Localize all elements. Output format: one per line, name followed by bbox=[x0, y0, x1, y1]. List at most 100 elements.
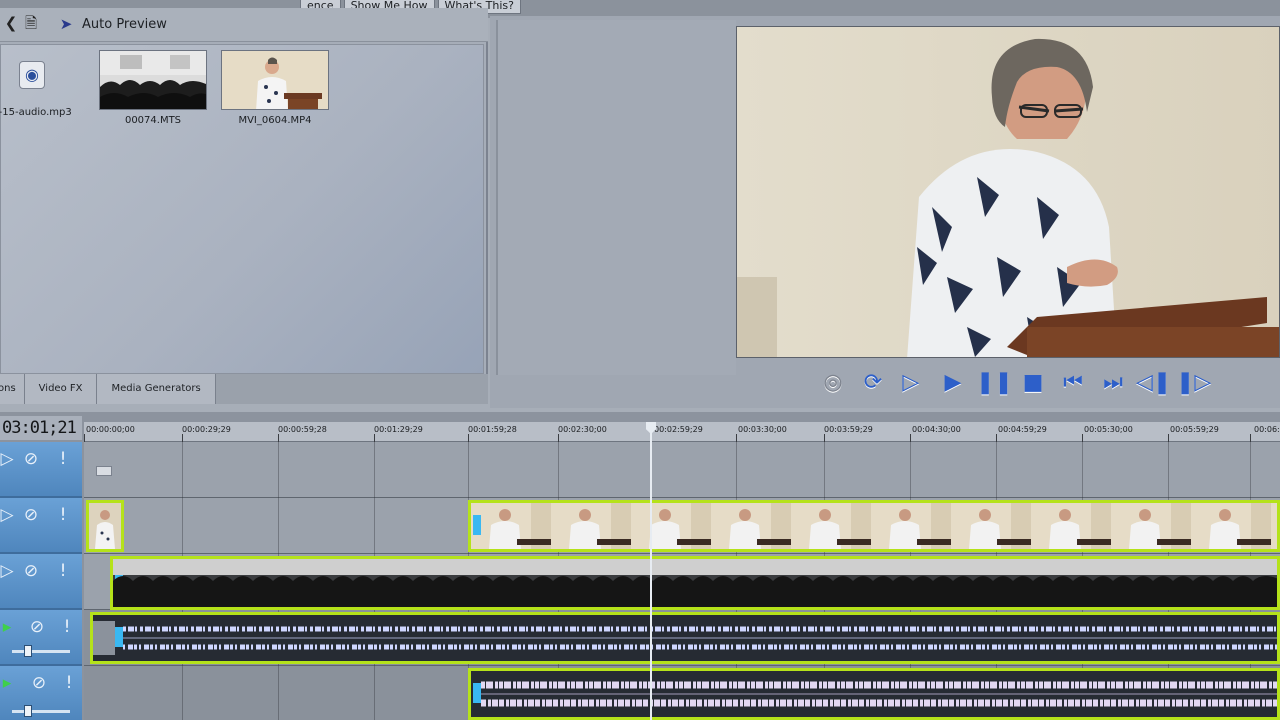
track-headers: ▷ ⊘ ! ▷ ⊘ ! ▷ ⊘ ! ▸ ⊘ ! ▸ ⊘ ! bbox=[0, 442, 82, 720]
auto-preview-label: Auto Preview bbox=[82, 16, 167, 32]
track-header-video-1[interactable]: ▷ ⊘ ! bbox=[0, 442, 82, 498]
media-item-00074[interactable]: 00074.MTS bbox=[99, 50, 207, 126]
mute-icon[interactable]: ⊘ bbox=[20, 448, 42, 470]
play-icon[interactable]: ▶ bbox=[936, 368, 970, 398]
expand-icon[interactable]: ▷ bbox=[0, 448, 18, 470]
volume-fader[interactable] bbox=[12, 645, 70, 657]
solo-icon[interactable]: ! bbox=[52, 560, 74, 582]
video-thumbnail bbox=[99, 50, 207, 110]
ruler-tick bbox=[910, 434, 911, 442]
ruler-tick bbox=[558, 434, 559, 442]
explorer-toolbar: ❮ 🗎 ➤ Auto Preview bbox=[0, 8, 488, 42]
arm-record-icon[interactable]: ▸ bbox=[0, 616, 18, 638]
mute-icon[interactable]: ⊘ bbox=[20, 560, 42, 582]
playhead-cursor[interactable] bbox=[650, 424, 652, 720]
previous-frame-icon[interactable]: ◁❚ bbox=[1136, 368, 1171, 398]
ruler-tick bbox=[374, 434, 375, 442]
media-item-label: 8-15-audio.mp3 bbox=[0, 107, 72, 118]
expand-icon[interactable]: ▷ bbox=[0, 504, 18, 526]
track-header-video-3[interactable]: ▷ ⊘ ! bbox=[0, 554, 82, 610]
ruler-tick bbox=[1082, 434, 1083, 442]
ruler-label: 00:00:00;00 bbox=[86, 425, 135, 434]
expand-icon[interactable]: ▷ bbox=[0, 560, 18, 582]
mute-icon[interactable]: ⊘ bbox=[20, 504, 42, 526]
file-properties-icon[interactable]: 🗎 bbox=[22, 13, 40, 33]
video-clip-00074[interactable] bbox=[110, 556, 1280, 610]
volume-fader-knob[interactable] bbox=[24, 645, 32, 657]
video-clip-small[interactable] bbox=[86, 500, 124, 552]
record-icon[interactable]: ◎ bbox=[816, 368, 850, 398]
ruler-label: 00:04:30;00 bbox=[912, 425, 961, 434]
go-to-end-icon[interactable]: ⏭ bbox=[1096, 368, 1130, 398]
solo-icon[interactable]: ! bbox=[52, 448, 74, 470]
ruler-tick bbox=[84, 434, 85, 442]
ruler-label: 00:04:59;29 bbox=[998, 425, 1047, 434]
tab-transitions[interactable]: ons bbox=[0, 374, 25, 404]
mute-icon[interactable]: ⊘ bbox=[28, 672, 50, 694]
time-ruler[interactable]: 00:00:00;00 00:00:29;29 00:00:59;28 00:0… bbox=[84, 422, 1280, 442]
track-header-audio-1[interactable]: ▸ ⊘ ! bbox=[0, 610, 82, 666]
mute-icon[interactable]: ⊘ bbox=[26, 616, 48, 638]
media-item-label: MVI_0604.MP4 bbox=[238, 115, 312, 126]
current-time-display[interactable]: 03:01;21 bbox=[0, 416, 82, 440]
ruler-label: 00:03:59;29 bbox=[824, 425, 873, 434]
ruler-tick bbox=[1168, 434, 1169, 442]
ruler-label: 00:02:59;29 bbox=[654, 425, 703, 434]
preview-blank-area bbox=[496, 20, 736, 375]
ruler-label: 00:02:30;00 bbox=[558, 425, 607, 434]
ruler-label: 00:06: bbox=[1254, 425, 1280, 434]
ruler-label: 00:00:29;29 bbox=[182, 425, 231, 434]
media-bin[interactable]: ◉ 8-15-audio.mp3 00074.MTS MVI_0604.MP4 bbox=[0, 44, 484, 374]
audio-clip-mvi-0604[interactable] bbox=[468, 668, 1280, 720]
track-area[interactable] bbox=[84, 442, 1280, 720]
back-icon[interactable]: ❮ bbox=[2, 13, 20, 33]
timeline-panel: 03:01;21 00:00:00;00 00:00:29;29 00:00:5… bbox=[0, 412, 1280, 720]
track-marker-icon bbox=[96, 466, 112, 476]
ruler-tick bbox=[182, 434, 183, 442]
media-item-mvi-0604[interactable]: MVI_0604.MP4 bbox=[221, 50, 329, 126]
loop-icon[interactable]: ⟳ bbox=[856, 368, 890, 398]
go-to-start-icon[interactable]: ⏮ bbox=[1056, 368, 1090, 398]
volume-fader-knob[interactable] bbox=[24, 705, 32, 717]
media-item-audio[interactable]: ◉ 8-15-audio.mp3 bbox=[0, 51, 87, 118]
ruler-label: 00:03:30;00 bbox=[738, 425, 787, 434]
audio-file-icon: ◉ bbox=[19, 61, 45, 89]
arm-record-icon[interactable]: ▸ bbox=[0, 672, 18, 694]
ruler-label: 00:05:59;29 bbox=[1170, 425, 1219, 434]
transport-controls: ◎ ⟳ ▷ ▶ ❚❚ ■ ⏮ ⏭ ◁❚ ❚▷ bbox=[816, 366, 1216, 400]
auto-preview-toggle[interactable]: ➤ Auto Preview bbox=[56, 13, 167, 35]
ruler-tick bbox=[468, 434, 469, 442]
ruler-label: 00:00:59;28 bbox=[278, 425, 327, 434]
project-media-panel: ❮ 🗎 ➤ Auto Preview ◉ 8-15-audio.mp3 0007… bbox=[0, 8, 488, 404]
ruler-label: 00:05:30;00 bbox=[1084, 425, 1133, 434]
solo-icon[interactable]: ! bbox=[58, 672, 80, 694]
tab-video-fx[interactable]: Video FX bbox=[24, 374, 98, 404]
ruler-label: 00:01:29;29 bbox=[374, 425, 423, 434]
audio-clip-00074[interactable] bbox=[90, 612, 1280, 664]
track-row bbox=[84, 442, 1280, 498]
video-clip-mvi-0604[interactable] bbox=[468, 500, 1280, 552]
video-thumbnail bbox=[221, 50, 329, 110]
tab-media-generators[interactable]: Media Generators bbox=[97, 374, 216, 404]
preview-frame bbox=[736, 26, 1280, 358]
solo-icon[interactable]: ! bbox=[56, 616, 78, 638]
vegas-editor-window: ence Show Me How What's This? ❮ 🗎 ➤ Auto… bbox=[0, 0, 1280, 720]
ruler-label: 00:01:59;28 bbox=[468, 425, 517, 434]
video-preview-panel: ◎ ⟳ ▷ ▶ ❚❚ ■ ⏮ ⏭ ◁❚ ❚▷ bbox=[490, 16, 1280, 408]
solo-icon[interactable]: ! bbox=[52, 504, 74, 526]
track-header-video-2[interactable]: ▷ ⊘ ! bbox=[0, 498, 82, 554]
cursor-icon: ➤ bbox=[59, 15, 73, 33]
ruler-tick bbox=[996, 434, 997, 442]
media-item-label: 00074.MTS bbox=[124, 115, 182, 126]
ruler-tick bbox=[824, 434, 825, 442]
pause-icon[interactable]: ❚❚ bbox=[976, 368, 1013, 398]
ruler-tick bbox=[278, 434, 279, 442]
track-header-audio-2[interactable]: ▸ ⊘ ! bbox=[0, 666, 82, 720]
play-from-start-icon[interactable]: ▷ bbox=[896, 368, 930, 398]
ruler-tick bbox=[736, 434, 737, 442]
volume-fader[interactable] bbox=[12, 705, 70, 717]
next-frame-icon[interactable]: ❚▷ bbox=[1176, 368, 1211, 398]
ruler-tick bbox=[1250, 434, 1251, 442]
stop-icon[interactable]: ■ bbox=[1016, 368, 1050, 398]
window-docking-tabs: ons Video FX Media Generators bbox=[0, 374, 488, 404]
